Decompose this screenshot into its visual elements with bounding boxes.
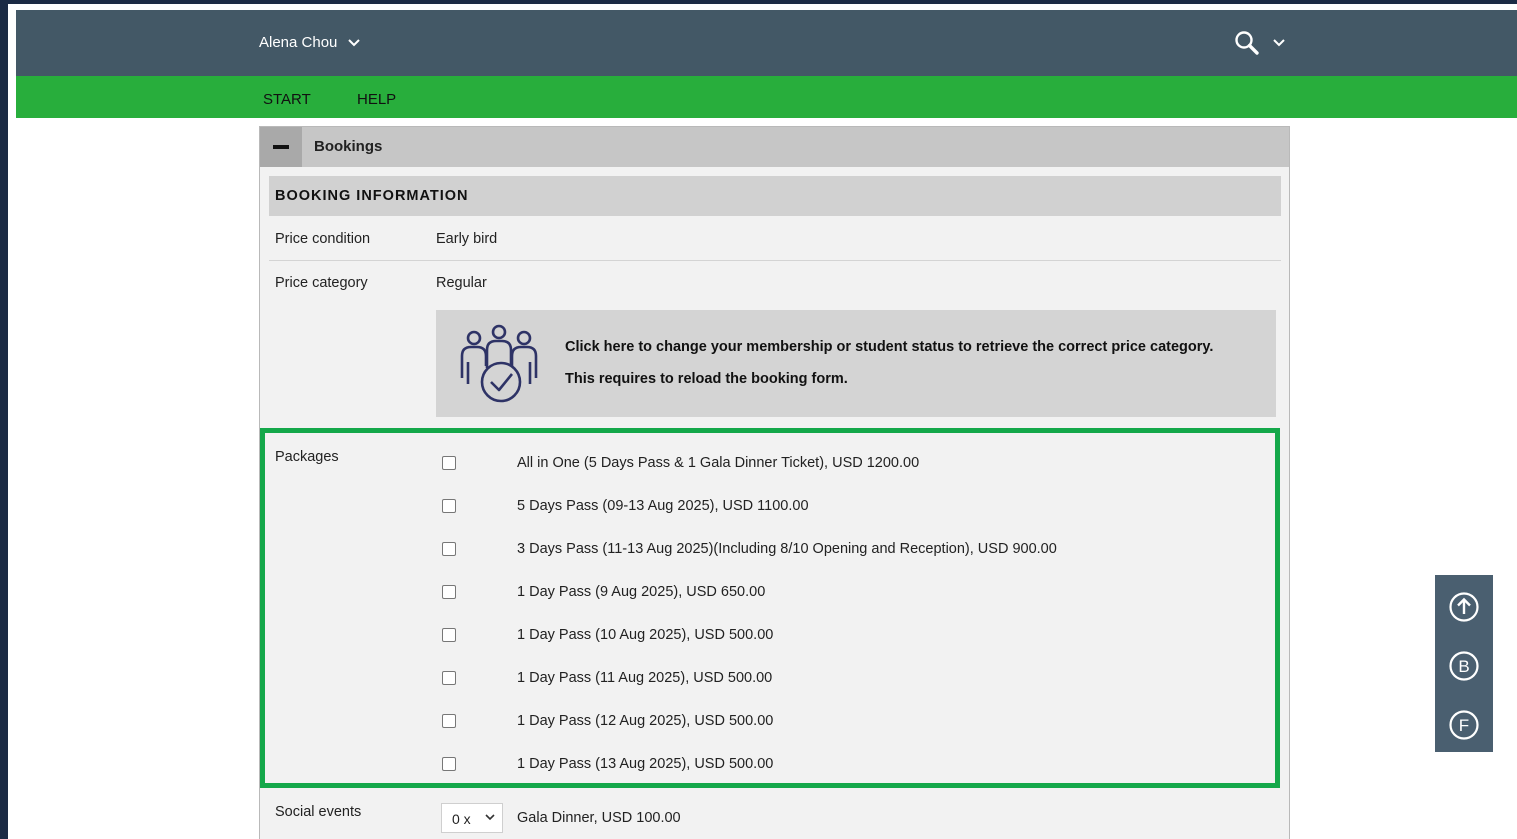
package-checkbox[interactable] — [442, 499, 456, 513]
social-events-quantity-select[interactable]: 0 x — [441, 803, 503, 833]
package-label: 1 Day Pass (12 Aug 2025), USD 500.00 — [517, 713, 774, 729]
floating-toolbar: B F — [1435, 575, 1493, 752]
panel-header: Bookings — [260, 127, 1289, 167]
package-checkbox[interactable] — [442, 757, 456, 771]
chevron-down-icon[interactable] — [1272, 38, 1286, 48]
price-category-label: Price category — [275, 275, 368, 291]
package-label: 1 Day Pass (11 Aug 2025), USD 500.00 — [517, 670, 773, 686]
package-checkbox[interactable] — [442, 628, 456, 642]
package-checkbox[interactable] — [442, 585, 456, 599]
packages-highlight — [260, 428, 1280, 788]
user-name: Alena Chou — [259, 34, 338, 51]
row-divider — [269, 260, 1281, 261]
nav-item-help[interactable]: HELP — [357, 91, 396, 108]
package-checkbox[interactable] — [442, 714, 456, 728]
user-menu[interactable]: Alena Chou — [259, 34, 361, 51]
package-label: 5 Days Pass (09-13 Aug 2025), USD 1100.0… — [517, 498, 809, 514]
package-checkbox[interactable] — [442, 456, 456, 470]
membership-notice-line2: This requires to reload the booking form… — [565, 371, 848, 387]
package-label: 3 Days Pass (11-13 Aug 2025)(Including 8… — [517, 541, 1057, 557]
f-circle-icon[interactable]: F — [1448, 709, 1480, 741]
membership-status-link[interactable]: Click here to change your membership or … — [436, 310, 1276, 417]
bookings-panel: Bookings BOOKING INFORMATION Price condi… — [259, 126, 1290, 839]
membership-notice-line1: Click here to change your membership or … — [565, 339, 1214, 355]
price-condition-label: Price condition — [275, 231, 371, 247]
section-header: BOOKING INFORMATION — [269, 176, 1281, 216]
arrow-up-circle-icon[interactable] — [1448, 591, 1480, 623]
package-label: 1 Day Pass (9 Aug 2025), USD 650.00 — [517, 584, 766, 600]
main-nav: START HELP — [16, 76, 1517, 118]
price-condition-value: Early bird — [436, 231, 498, 247]
packages-label: Packages — [275, 449, 339, 465]
minus-icon — [273, 145, 289, 149]
section-title: BOOKING INFORMATION — [275, 188, 469, 204]
package-checkbox[interactable] — [442, 542, 456, 556]
package-label: 1 Day Pass (13 Aug 2025), USD 500.00 — [517, 756, 774, 772]
social-events-label: Social events — [275, 804, 362, 820]
price-category-value: Regular — [436, 275, 487, 291]
chevron-down-icon — [485, 814, 495, 821]
nav-item-start[interactable]: START — [263, 91, 311, 108]
chevron-down-icon — [348, 38, 361, 46]
search-menu[interactable] — [1234, 30, 1286, 56]
collapse-button[interactable] — [260, 127, 302, 167]
quantity-value: 0 x — [452, 811, 471, 827]
svg-text:B: B — [1458, 657, 1469, 676]
package-checkbox[interactable] — [442, 671, 456, 685]
search-icon[interactable] — [1234, 30, 1260, 56]
b-circle-icon[interactable]: B — [1448, 650, 1480, 682]
browser-frame: Alena Chou START HELP Bookings BOOKING I… — [8, 4, 1517, 839]
package-label: All in One (5 Days Pass & 1 Gala Dinner … — [517, 455, 920, 471]
top-bar: Alena Chou — [16, 10, 1517, 76]
group-check-icon — [460, 324, 538, 403]
social-event-item: Gala Dinner, USD 100.00 — [517, 810, 681, 826]
panel-title: Bookings — [314, 138, 383, 155]
svg-text:F: F — [1459, 716, 1469, 735]
package-label: 1 Day Pass (10 Aug 2025), USD 500.00 — [517, 627, 774, 643]
